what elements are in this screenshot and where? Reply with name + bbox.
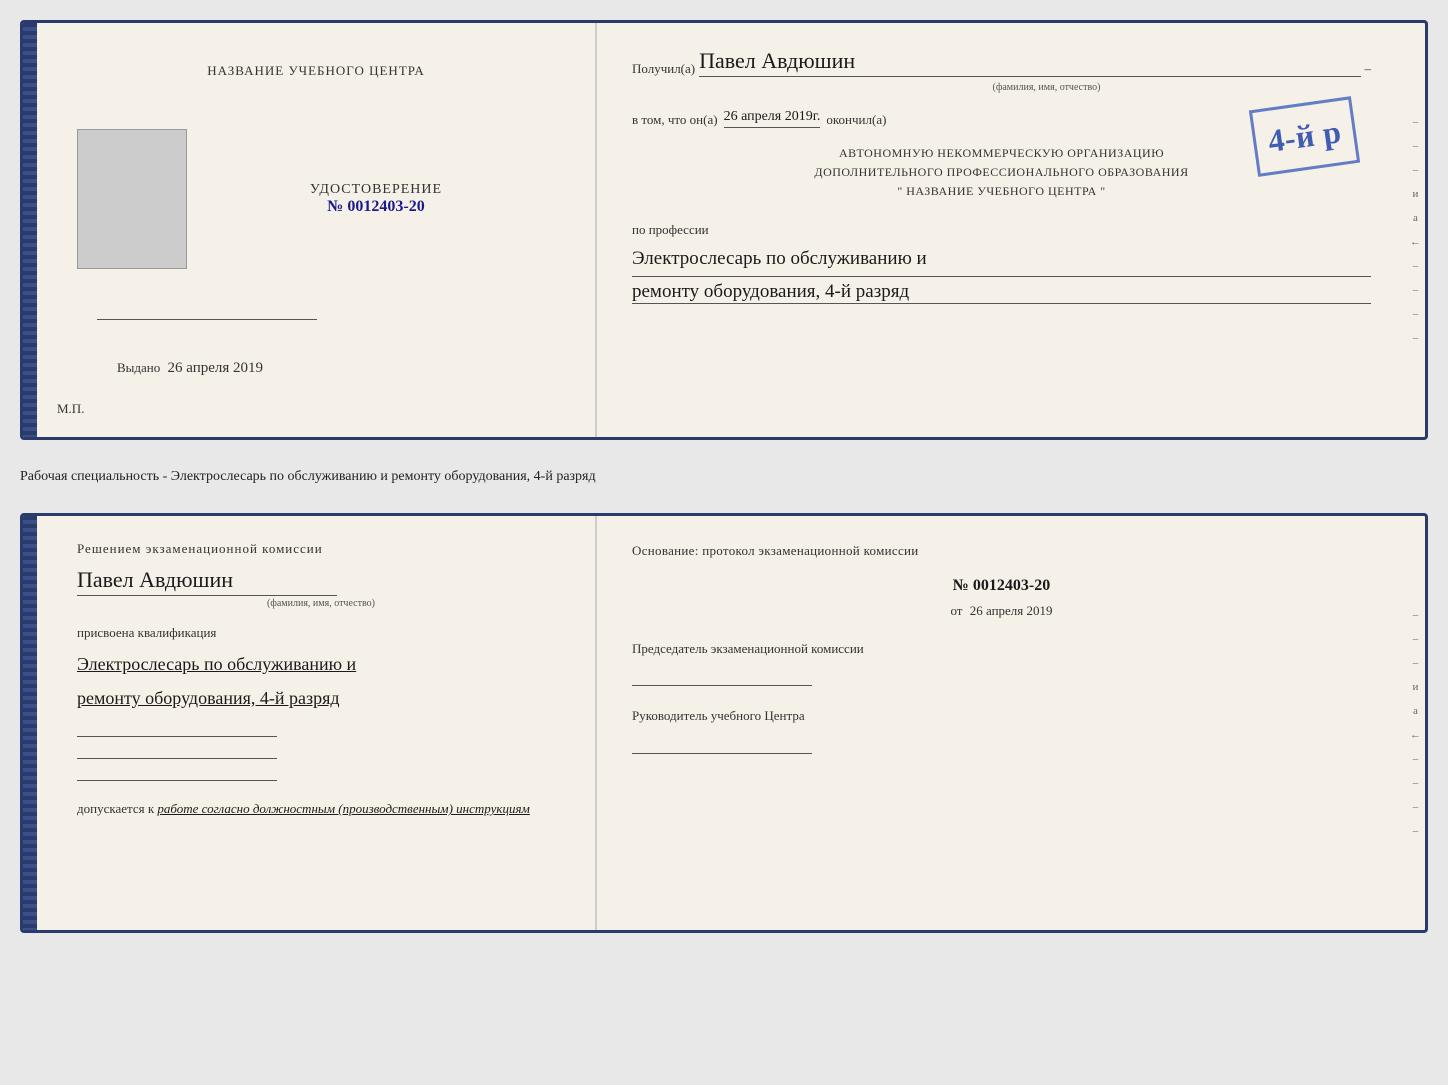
rukovoditel-sig-line	[632, 734, 812, 754]
dopuskaetsya-label: допускается к	[77, 801, 154, 816]
top-left-panel: НАЗВАНИЕ УЧЕБНОГО ЦЕНТРА УДОСТОВЕРЕНИЕ №…	[37, 23, 597, 437]
training-center-top-label: НАЗВАНИЕ УЧЕБНОГО ЦЕНТРА	[207, 63, 424, 79]
bottom-right-panel: Основание: протокол экзаменационной коми…	[597, 516, 1406, 930]
top-document: НАЗВАНИЕ УЧЕБНОГО ЦЕНТРА УДОСТОВЕРЕНИЕ №…	[20, 20, 1428, 440]
vydano-label: Выдано	[117, 360, 160, 375]
sig-line-1	[77, 719, 277, 737]
page-wrapper: НАЗВАНИЕ УЧЕБНОГО ЦЕНТРА УДОСТОВЕРЕНИЕ №…	[20, 20, 1428, 933]
vtom-label: в том, что он(а)	[632, 112, 718, 128]
middle-text: Рабочая специальность - Электрослесарь п…	[20, 456, 1428, 497]
udostoverenie-label: УДОСТОВЕРЕНИЕ	[310, 182, 442, 198]
right-side-marks-top: – – – и а ← – – – –	[1406, 23, 1425, 437]
dash-top: –	[1365, 61, 1372, 77]
stamp-line3: " НАЗВАНИЕ УЧЕБНОГО ЦЕНТРА "	[632, 182, 1371, 201]
po-professii-label: по профессии	[632, 222, 1371, 238]
stamp-overlay: 4-й р	[1248, 96, 1360, 177]
bottom-left-panel: Решением экзаменационной комиссии Павел …	[37, 516, 597, 930]
udostoverenie-block: УДОСТОВЕРЕНИЕ № 0012403-20	[310, 182, 442, 216]
vtom-date: 26 апреля 2019г.	[724, 109, 821, 128]
ot-date: 26 апреля 2019	[970, 603, 1053, 618]
rukovoditel-label: Руководитель учебного Центра	[632, 706, 1371, 726]
sig-line-3	[77, 763, 277, 781]
rukovoditel-block: Руководитель учебного Центра	[632, 706, 1371, 754]
recipient-name: Павел Авдюшин	[699, 48, 1360, 77]
predsedatel-sig-line	[632, 666, 812, 686]
dopuskaetsya-block: допускается к работе согласно должностны…	[77, 801, 555, 817]
top-right-panel: Получил(а) Павел Авдюшин – (фамилия, имя…	[597, 23, 1406, 437]
sig-line-2	[77, 741, 277, 759]
fio-label-top: (фамилия, имя, отчество)	[722, 82, 1371, 93]
poluchil-line: Получил(а) Павел Авдюшин –	[632, 48, 1371, 77]
fio-label-bottom: (фамилия, имя, отчество)	[87, 598, 555, 609]
stamp-number: 4-й р	[1265, 109, 1344, 164]
left-spine	[23, 23, 37, 437]
photo-placeholder	[77, 129, 187, 269]
protokol-number: № 0012403-20	[632, 577, 1371, 595]
bottom-left-spine	[23, 516, 37, 930]
dopuskaetsya-value: работе согласно должностным (производств…	[157, 801, 529, 816]
profession-line2: ремонту оборудования, 4-й разряд	[632, 281, 1371, 304]
ot-label: от	[950, 603, 962, 618]
reshenie-label: Решением экзаменационной комиссии	[77, 541, 555, 557]
ot-line: от 26 апреля 2019	[632, 603, 1371, 619]
po-professii-block: по профессии Электрослесарь по обслужива…	[632, 222, 1371, 304]
okonchil-label: окончил(а)	[826, 112, 886, 128]
bottom-person-name: Павел Авдюшин	[77, 567, 337, 596]
qualification-line1: Электрослесарь по обслуживанию и	[77, 647, 555, 681]
profession-line1: Электрослесарь по обслуживанию и	[632, 242, 1371, 277]
vydano-line: Выдано 26 апреля 2019	[117, 360, 317, 377]
qualification-line2: ремонту оборудования, 4-й разряд	[77, 681, 555, 715]
predsedatel-block: Председатель экзаменационной комиссии	[632, 639, 1371, 687]
osnovanie-label: Основание: протокол экзаменационной коми…	[632, 541, 1371, 561]
udostoverenie-number: № 0012403-20	[310, 198, 442, 216]
vydano-date: 26 апреля 2019	[168, 360, 264, 376]
mp-label: М.П.	[57, 401, 84, 417]
predsedatel-label: Председатель экзаменационной комиссии	[632, 639, 1371, 659]
right-side-marks-bottom: – – – и а ← – – – –	[1406, 516, 1425, 930]
prisvoena-label: присвоена квалификация	[77, 625, 555, 641]
poluchil-label: Получил(а)	[632, 61, 695, 77]
bottom-document: Решением экзаменационной комиссии Павел …	[20, 513, 1428, 933]
